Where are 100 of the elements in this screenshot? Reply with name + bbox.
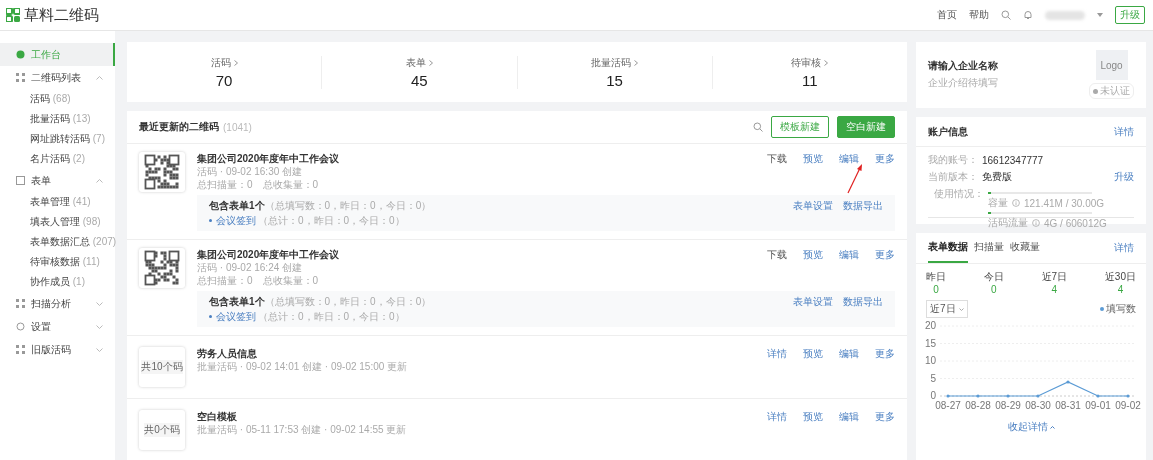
action-link[interactable]: 预览 [803, 410, 823, 423]
bell-icon[interactable] [1023, 10, 1033, 20]
search-icon[interactable] [753, 122, 763, 132]
action-link[interactable]: 表单设置 [793, 199, 833, 212]
data-point [1126, 394, 1130, 398]
qr-title[interactable]: 劳务人员信息 [197, 347, 257, 360]
logo-placeholder[interactable]: Logo [1095, 50, 1128, 80]
section-title: 最近更新的二维码 [139, 120, 219, 134]
collapse-link[interactable]: 收起详情 [916, 420, 1146, 434]
company-name[interactable]: 请输入企业名称 [928, 59, 1089, 73]
period-value: 0 [991, 284, 997, 295]
sidebar-subitem[interactable]: 填表人管理 (98) [0, 212, 115, 232]
form-stats: （总计：0，昨日：0，今日：0） [258, 310, 405, 323]
info-icon[interactable] [1012, 199, 1020, 207]
stat-value: 11 [802, 71, 818, 89]
y-tick-label: 10 [924, 355, 936, 366]
qr-code-thumbnail [139, 152, 185, 192]
field-label: 当前版本： [928, 170, 979, 184]
action-link[interactable]: 详情 [767, 410, 787, 423]
field-value: 免费版 [982, 170, 1012, 184]
created-info: 批量活码 · 05-11 17:53 创建 · 09-02 14:55 更新 [197, 423, 408, 436]
action-link[interactable]: 预览 [803, 248, 823, 261]
sidebar-item[interactable]: 二维码列表 [0, 66, 115, 89]
action-link[interactable]: 更多 [875, 152, 895, 165]
sidebar-item[interactable]: 扫描分析 [0, 292, 115, 315]
data-point [946, 394, 950, 398]
form-link[interactable]: 会议签到 [216, 214, 256, 227]
tab[interactable]: 表单数据 [928, 233, 968, 263]
range-dropdown[interactable]: 近7日 [926, 300, 968, 318]
period-value: 0 [933, 284, 939, 295]
created-info: 活码 · 09-02 16:24 创建 [197, 261, 304, 274]
sidebar-subitem[interactable]: 表单数据汇总 (207) [0, 232, 115, 252]
stat-link[interactable]: 批量活码 [591, 55, 639, 70]
data-point [1036, 394, 1040, 398]
x-tick-label: 09-02 [1115, 400, 1141, 411]
y-tick-label: 0 [930, 390, 936, 401]
tab[interactable]: 收藏量 [1010, 233, 1040, 263]
y-tick-label: 5 [930, 372, 936, 384]
qr-code-thumbnail [139, 248, 185, 288]
sidebar-item[interactable]: 表单 [0, 169, 115, 192]
action-link[interactable]: 数据导出 [843, 295, 883, 308]
sidebar-subitem[interactable]: 协作成员 (1) [0, 272, 115, 292]
stat-link[interactable]: 活码 [210, 55, 238, 70]
sidebar-subitem[interactable]: 待审核数据 (11) [0, 252, 115, 272]
sidebar-subitem[interactable]: 活码 (68) [0, 89, 115, 109]
form-link[interactable]: 会议签到 [216, 310, 256, 323]
chevron-icon [634, 59, 639, 66]
sidebar-subitem[interactable]: 表单管理 (41) [0, 192, 115, 212]
caret-icon[interactable] [1097, 13, 1103, 17]
action-link[interactable]: 更多 [875, 410, 895, 423]
menu-icon [16, 322, 25, 331]
brand-name: 草料二维码 [24, 5, 99, 25]
data-point [1006, 394, 1010, 398]
action-link[interactable]: 编辑 [839, 347, 859, 360]
sidebar-subitem[interactable]: 名片活码 (2) [0, 149, 115, 169]
menu-icon [16, 176, 25, 185]
qr-title[interactable]: 空白模板 [197, 410, 237, 423]
chevron-icon [233, 59, 238, 66]
stat-link[interactable]: 待审核 [791, 55, 829, 70]
action-link[interactable]: 下载 [767, 248, 787, 261]
logo-icon [6, 8, 20, 22]
usage-reading: 4G / 606012G [1044, 217, 1107, 229]
nav-link[interactable]: 帮助 [969, 8, 989, 22]
info-icon[interactable] [1032, 219, 1040, 227]
period-label: 昨日 [926, 270, 946, 284]
action-link[interactable]: 表单设置 [793, 295, 833, 308]
qr-title[interactable]: 集团公司2020年度年中工作会议 [197, 152, 340, 165]
data-point [1096, 394, 1100, 398]
upgrade-link[interactable]: 升级 [1114, 170, 1134, 184]
sidebar-subitem[interactable]: 网址跳转活码 (7) [0, 129, 115, 149]
details-link[interactable]: 详情 [1114, 241, 1134, 255]
action-link[interactable]: 编辑 [839, 410, 859, 423]
search-icon[interactable] [1001, 10, 1011, 20]
sidebar-item[interactable]: 旧版活码 [0, 338, 115, 361]
action-link[interactable]: 更多 [875, 347, 895, 360]
code-count: 共0个码 [144, 423, 180, 437]
tab[interactable]: 扫描量 [974, 233, 1004, 263]
action-link[interactable]: 详情 [767, 347, 787, 360]
action-link[interactable]: 预览 [803, 347, 823, 360]
card-title: 账户信息 [928, 124, 968, 139]
bullet-icon [209, 315, 212, 318]
action-link[interactable]: 更多 [875, 248, 895, 261]
annotation-arrow [847, 164, 863, 194]
menu-icon [16, 299, 25, 308]
nav-link[interactable]: 首页 [937, 8, 957, 22]
period-label: 近30日 [1104, 270, 1136, 284]
action-link[interactable]: 下载 [767, 152, 787, 165]
bullet-icon [209, 219, 212, 222]
action-link[interactable]: 编辑 [839, 248, 859, 261]
qr-title[interactable]: 集团公司2020年度年中工作会议 [197, 248, 340, 261]
action-link[interactable]: 预览 [803, 152, 823, 165]
created-info: 活码 · 09-02 16:30 创建 [197, 165, 304, 178]
upgrade-button[interactable]: 升级 [1115, 6, 1145, 24]
details-link[interactable]: 详情 [1114, 124, 1134, 139]
new-button[interactable]: 模板新建 [771, 116, 829, 138]
action-link[interactable]: 编辑 [839, 152, 859, 165]
action-link[interactable]: 数据导出 [843, 199, 883, 212]
stat-link[interactable]: 表单 [405, 55, 433, 70]
sidebar-subitem[interactable]: 批量活码 (13) [0, 109, 115, 129]
sidebar-item[interactable]: 设置 [0, 315, 115, 338]
